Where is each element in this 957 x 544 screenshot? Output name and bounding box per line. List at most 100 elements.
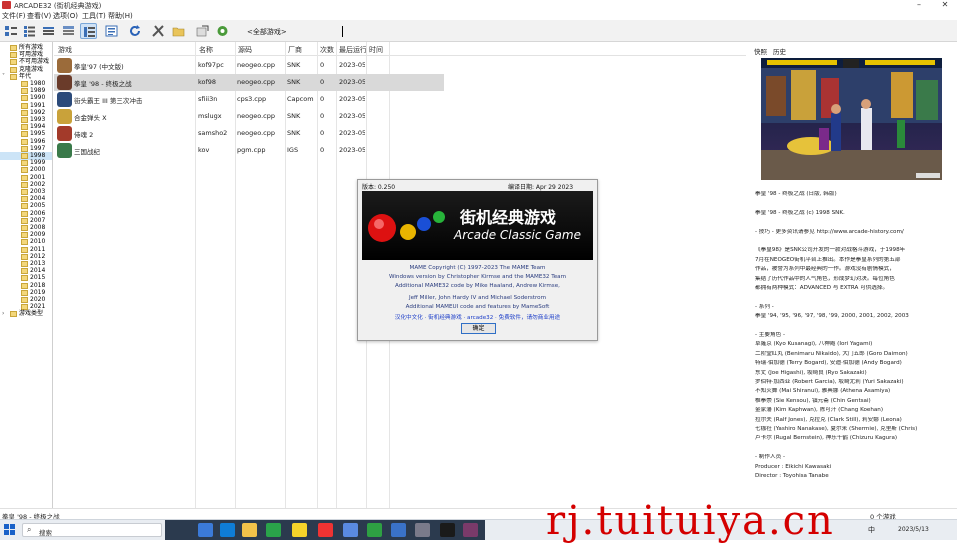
store-icon[interactable] [266, 523, 281, 537]
file-explorer-icon[interactable] [242, 523, 257, 537]
app-icon-blue[interactable] [343, 523, 358, 537]
tree-node[interactable]: › 游戏类型 [0, 310, 52, 318]
list-large-icon [4, 25, 17, 37]
tree-icon [105, 25, 118, 37]
cell-game: 拳皇'97 (中文版) [74, 63, 124, 71]
grouped-icon [62, 25, 75, 37]
credit-line: 汉化中文化 · 街机经典游戏 · arcade32 · 免费软件，请勿商业用途 [394, 315, 561, 321]
cell-name: kov [198, 146, 210, 154]
view-small-icons-button[interactable] [21, 23, 38, 39]
cell-source: pgm.cpp [237, 146, 266, 154]
cell-source: neogeo.cpp [237, 78, 275, 86]
folder-icon [21, 102, 28, 109]
tab-snapshot[interactable]: 快照 [754, 46, 767, 56]
folder-icon [21, 160, 28, 167]
folder-icon [21, 117, 28, 123]
game-thumbnail-icon [57, 58, 72, 73]
view-grouped-button[interactable] [60, 23, 77, 39]
settings-button[interactable] [214, 23, 231, 39]
folder-icon [10, 45, 17, 51]
folder-icon [21, 210, 28, 217]
view-details-button[interactable] [80, 23, 97, 39]
folders-button[interactable] [170, 23, 187, 39]
folder-tree: 所有游戏 可用游戏 不可用游戏 克隆游戏 ˅ 年代 1980 1989 1990 1991 1992… [0, 42, 53, 508]
game-thumbnail-icon [57, 143, 72, 158]
cell-maker: SNK [287, 112, 301, 120]
cell-source: neogeo.cpp [237, 61, 275, 69]
cell-name: sfiii3n [198, 95, 218, 103]
table-row[interactable]: 拳皇'97 (中文版) kof97pc neogeo.cpp SNK 0 2023-05 [54, 57, 444, 74]
history-line: 不知火舞 (Mai Shiranui), 雅典娜 (Athena Asamiya… [755, 388, 891, 395]
cell-maker: SNK [287, 78, 301, 86]
column-header-maker[interactable]: 厂商 [288, 45, 302, 55]
refresh-button[interactable] [127, 23, 144, 39]
app-icon [2, 1, 11, 9]
folder-icon [21, 153, 28, 159]
cell-last: 2023-05 [339, 61, 365, 69]
cell-source: neogeo.cpp [237, 112, 275, 120]
cell-name: kof98 [198, 78, 217, 86]
taskbar-search-box[interactable]: ⌕ 搜索 [22, 523, 162, 537]
filter-input[interactable]: <全部游戏> [243, 25, 343, 38]
cell-plays: 0 [320, 129, 325, 137]
column-header-name[interactable]: 名称 [199, 45, 213, 55]
history-line: 七枷社 (Yashiro Nanakase), 夏尔米 (Shermie), 克… [755, 426, 918, 432]
qq-icon[interactable] [440, 523, 455, 537]
export-button[interactable] [194, 23, 211, 39]
table-row[interactable]: 街头霸王 III 第三次冲击 sfiii3n cps3.cpp Capcom 0 2023… [54, 91, 444, 108]
app-icon-yellow[interactable] [292, 523, 307, 537]
table-row[interactable]: 三国战纪 kov pgm.cpp IGS 0 2023-05 [54, 142, 444, 159]
cell-name: samsho2 [198, 129, 228, 137]
cell-game: 三国战纪 [74, 148, 100, 156]
refresh-icon [129, 25, 142, 37]
folder-icon [21, 203, 28, 210]
column-header-last[interactable]: 最后运行 [339, 45, 367, 55]
minimize-button[interactable]: – [910, 0, 928, 10]
column-header-game[interactable]: 游戏 [58, 45, 72, 55]
column-header-time[interactable]: 时间 [369, 45, 383, 55]
view-tree-button[interactable] [103, 23, 120, 39]
table-row[interactable]: 拳皇 '98 - 终极之战 kof98 neogeo.cpp SNK 0 2023-05 [54, 74, 444, 91]
folder-icon [21, 145, 28, 152]
folder-icon [21, 232, 28, 239]
game-thumbnail-icon [57, 126, 72, 141]
history-line: - 主要角色 - [755, 332, 785, 338]
view-large-icons-button[interactable] [2, 23, 19, 39]
folder-icon [21, 81, 28, 87]
folder-icon [10, 73, 17, 80]
start-button[interactable] [4, 524, 15, 535]
about-dialog: 版本: 0.250 编译日期: Apr 29 2023 12:36:36 街机经… [357, 179, 598, 341]
history-line: 拳皇 '98 - 终极之战 (日版, 韩版) [755, 191, 837, 197]
clock[interactable]: 2023/5/13 [898, 526, 929, 533]
column-header-plays[interactable]: 次数 [320, 45, 334, 55]
wps-office-icon[interactable] [318, 523, 333, 537]
folder-icon [21, 181, 28, 188]
column-header-source[interactable]: 源码 [238, 45, 252, 55]
view-list-button[interactable] [40, 23, 57, 39]
site-watermark: rj.tuituiya.cn [546, 498, 835, 544]
table-row[interactable]: 合金弹头 X mslugx neogeo.cpp SNK 0 2023-05 [54, 108, 444, 125]
close-button[interactable]: ✕ [936, 0, 954, 10]
cell-plays: 0 [320, 61, 325, 69]
game-snapshot [761, 58, 942, 180]
arcade32-taskbar-icon[interactable] [463, 523, 478, 537]
app-icon-arrow[interactable] [391, 523, 406, 537]
history-line: - 系列 - [755, 303, 774, 310]
credit-line: Additional MAMEUI code and features by M… [405, 304, 550, 310]
history-line: 椎拳崇 (Sie Kensou), 镇元斋 (Chin Gentsai) [755, 397, 871, 404]
game-history-text: 拳皇 '98 - 终极之战 (日版, 韩版) 拳皇 '98 - 终极之战 (c) … [752, 189, 942, 508]
cell-maker: SNK [287, 61, 301, 69]
wechat-icon[interactable] [367, 523, 382, 537]
edge-browser-icon[interactable] [220, 523, 235, 537]
tab-history[interactable]: 历史 [773, 46, 786, 56]
ime-indicator[interactable]: 中 [868, 525, 875, 535]
history-line: - 技巧 - 更多资讯请参见 http://www.arcade-history… [755, 228, 904, 235]
folder-icon [21, 109, 28, 116]
table-row[interactable]: 侍魂 2 samsho2 neogeo.cpp SNK 0 2023-05 [54, 125, 444, 142]
app-icon-gray[interactable] [415, 523, 430, 537]
credit-line[interactable]: MAME Copyright (C) 1997-2023 The MAME Te… [358, 265, 597, 271]
tools-button[interactable] [150, 23, 167, 39]
task-view-icon[interactable] [198, 523, 213, 537]
ok-button[interactable]: 确定 [461, 323, 496, 334]
expand-arrow-icon[interactable]: › [2, 310, 4, 318]
